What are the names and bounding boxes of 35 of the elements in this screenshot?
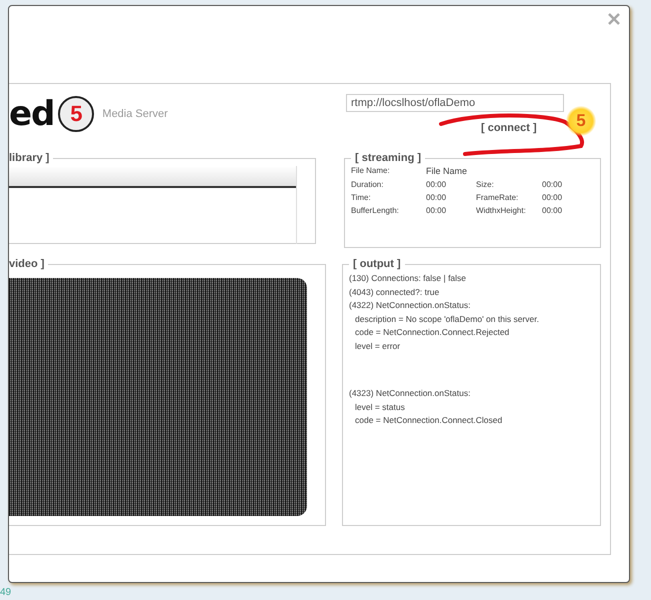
field-value: 00:00 [426,193,448,202]
url-field[interactable]: rtmp://locslhost/oflaDemo [346,94,564,112]
field-label: Duration: [351,180,384,189]
field-label: BufferLength: [351,206,400,215]
log-line: (4322) NetConnection.onStatus: [349,299,472,312]
log-line: level = status [354,400,406,414]
page-text: 49 [0,587,12,598]
field-value: 00:00 [542,180,564,189]
field-value: 00:00 [426,180,448,189]
log-line: (4043) connected?: true [349,286,440,299]
panel-legend: video ] [9,258,48,270]
log-line: (4323) NetConnection.onStatus: [349,387,472,400]
log-line: (130) Connections: false | false [349,272,468,285]
log-line: description = No scope 'oflaDemo' on this server. [354,312,540,326]
library-list[interactable] [9,166,297,244]
field-value: 00:00 [426,206,448,215]
field-value: 00:00 [542,206,564,215]
field-label: File Name: [351,166,391,176]
panel-legend: [ streaming ] [351,152,426,164]
field-label: Time: [351,193,372,202]
field-value: 00:00 [542,193,564,202]
connect-link[interactable]: [ connect ] [481,122,537,134]
panel-legend: library ] [9,152,54,164]
logo-text: ed [9,94,54,134]
field-value: File Name [426,166,468,176]
field-label: FrameRate: [476,193,520,202]
annotation-badge: 5 [566,106,596,136]
field-label: WidthxHeight: [476,206,527,215]
log-line: level = error [354,340,402,352]
logo-mark: 5 [58,96,94,132]
log-line: code = NetConnection.Connect.Closed [354,414,504,427]
panel-legend: [ output ] [349,258,405,270]
field-label: Size: [476,180,495,189]
logo-subtitle: Media Server [102,108,168,120]
log-line: code = NetConnection.Connect.Rejected [354,326,510,339]
